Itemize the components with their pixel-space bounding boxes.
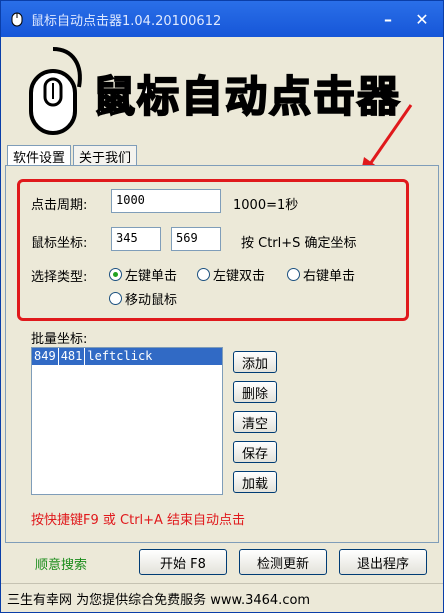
title-bar[interactable]: 鼠标自动点击器1.04.20100612 – ✕ [1,1,443,37]
status-bar: 三生有幸网 为您提供综合免费服务 www.3464.com [1,583,443,612]
radio-label: 左键单击 [125,269,178,284]
radio-dot [197,268,210,281]
radio-dot [287,268,300,281]
clear-button[interactable]: 清空 [233,411,277,433]
list-cell-y: 481 [59,348,86,365]
add-button[interactable]: 添加 [233,351,277,373]
radio-dot [109,292,122,305]
radio-label: 左键双击 [213,269,266,284]
tab-about[interactable]: 关于我们 [73,145,138,166]
coord-label: 鼠标坐标: [31,236,88,251]
hotkey-notice: 按快捷键F9 或 Ctrl+A 结束自动点击 [31,513,246,528]
radio-label: 右键单击 [303,269,356,284]
coord-hint: 按 Ctrl+S 确定坐标 [241,236,357,251]
exit-button[interactable]: 退出程序 [339,549,427,575]
mouse-logo-icon [29,47,82,135]
interval-input[interactable]: 1000 [111,189,221,213]
list-item[interactable]: 849 481 leftclick [32,348,222,365]
window-title: 鼠标自动点击器1.04.20100612 [31,13,222,29]
app-window: 鼠标自动点击器1.04.20100612 – ✕ 鼠标自动点击器 软件设置 关于… [0,0,444,613]
coord-x-input[interactable]: 345 [111,227,161,251]
batch-coord-list[interactable]: 849 481 leftclick [31,347,223,495]
load-button[interactable]: 加载 [233,471,277,493]
coord-y-input[interactable]: 569 [171,227,221,251]
close-button[interactable]: ✕ [407,6,437,32]
batch-label: 批量坐标: [31,332,88,347]
interval-label: 点击周期: [31,198,88,213]
save-button[interactable]: 保存 [233,441,277,463]
start-button[interactable]: 开始 F8 [139,549,227,575]
search-link[interactable]: 顺意搜索 [35,554,87,573]
radio-move-mouse[interactable]: 移动鼠标 [109,289,177,308]
radio-right-single[interactable]: 右键单击 [287,265,355,284]
radio-label: 移动鼠标 [125,293,178,308]
logo-title: 鼠标自动点击器 [92,71,402,122]
type-label: 选择类型: [31,270,88,285]
tab-settings[interactable]: 软件设置 [7,145,72,166]
check-update-button[interactable]: 检测更新 [239,549,327,575]
mouse-app-icon [11,12,23,27]
list-cell-x: 849 [32,348,59,365]
interval-note: 1000=1秒 [233,198,299,213]
delete-button[interactable]: 删除 [233,381,277,403]
list-cell-action: leftclick [87,349,153,363]
radio-left-double[interactable]: 左键双击 [197,265,265,284]
radio-dot [109,268,122,281]
radio-left-single[interactable]: 左键单击 [109,265,177,284]
minimize-button[interactable]: – [373,6,403,32]
